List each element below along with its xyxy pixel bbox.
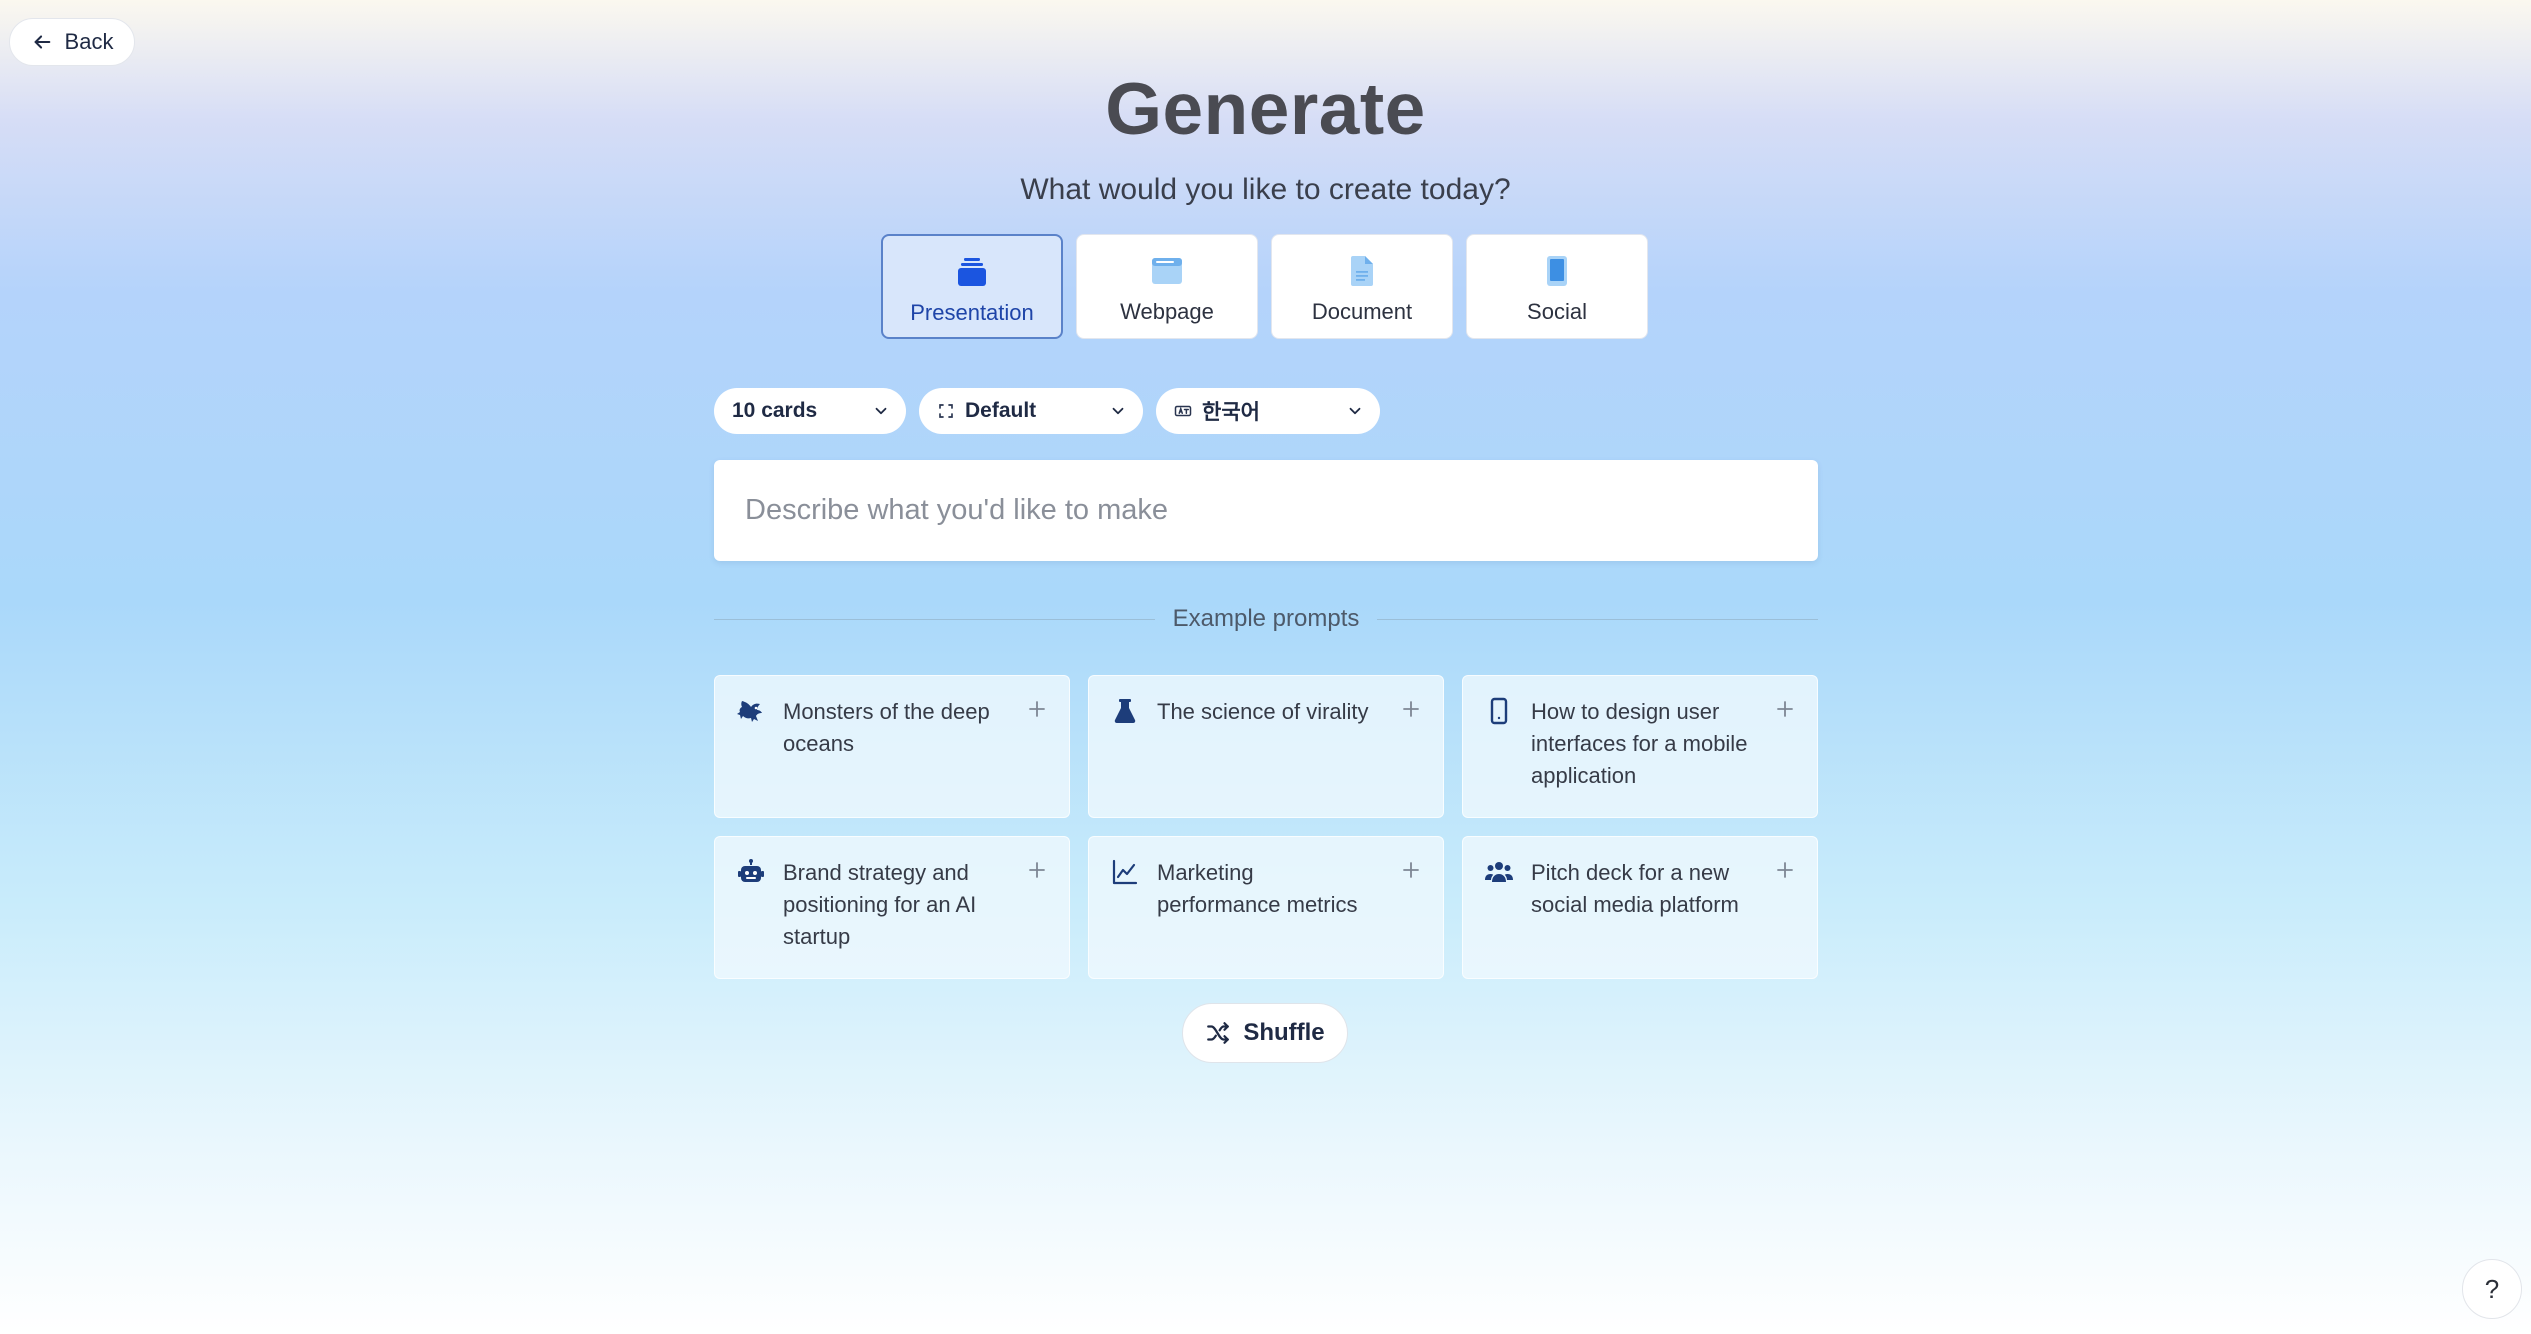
flask-icon bbox=[1114, 699, 1136, 724]
type-label: Social bbox=[1527, 299, 1587, 324]
type-webpage[interactable]: Webpage bbox=[1076, 234, 1258, 339]
type-social[interactable]: Social bbox=[1466, 234, 1648, 339]
chevron-down-icon bbox=[1112, 407, 1124, 415]
chevron-down-icon bbox=[1349, 407, 1361, 415]
format-dropdown[interactable]: Default bbox=[919, 388, 1143, 434]
back-button[interactable]: Back bbox=[9, 18, 135, 66]
chevron-down-icon bbox=[875, 407, 887, 415]
example-prompt-text: Marketing performance metrics bbox=[1157, 860, 1358, 917]
arrow-left-icon bbox=[34, 35, 50, 49]
plus-icon[interactable] bbox=[1027, 860, 1047, 880]
divider-line bbox=[1377, 618, 1818, 620]
mobile-icon bbox=[1490, 697, 1508, 725]
language-value: 한국어 bbox=[1202, 401, 1260, 424]
language-dropdown[interactable]: 한국어 bbox=[1156, 388, 1380, 434]
stacked-cards-icon bbox=[956, 254, 988, 290]
type-presentation[interactable]: Presentation bbox=[881, 234, 1063, 339]
page-subtitle: What would you like to create today? bbox=[1020, 173, 1511, 206]
help-button[interactable]: ? bbox=[2462, 1259, 2522, 1319]
help-icon: ? bbox=[2484, 1273, 2500, 1304]
browser-window-icon bbox=[1151, 253, 1183, 289]
shuffle-icon bbox=[1207, 1022, 1230, 1044]
page-title: Generate bbox=[1105, 69, 1426, 150]
plus-icon[interactable] bbox=[1775, 860, 1795, 880]
card-count-value: 10 cards bbox=[732, 399, 818, 422]
back-label: Back bbox=[64, 29, 114, 54]
format-value: Default bbox=[965, 399, 1037, 422]
example-prompt-text: The science of virality bbox=[1157, 699, 1369, 724]
example-prompt-card[interactable]: Marketing performance metrics bbox=[1088, 836, 1444, 979]
prompt-input[interactable] bbox=[743, 493, 1787, 528]
example-prompt-text: Pitch deck for a new social media platfo… bbox=[1531, 860, 1739, 917]
options-row: 10 cards Default 한국어 bbox=[714, 388, 1380, 434]
shuffle-label: Shuffle bbox=[1243, 1019, 1325, 1046]
type-label: Document bbox=[1311, 299, 1413, 324]
plus-icon[interactable] bbox=[1401, 860, 1421, 880]
example-prompt-card[interactable]: How to design user interfaces for a mobi… bbox=[1462, 675, 1818, 818]
example-prompt-card[interactable]: Brand strategy and positioning for an AI… bbox=[714, 836, 1070, 979]
example-prompts-grid: Monsters of the deep oceans The science … bbox=[714, 675, 1818, 979]
example-prompt-card[interactable]: Pitch deck for a new social media platfo… bbox=[1462, 836, 1818, 979]
robot-icon bbox=[738, 859, 764, 882]
divider-line bbox=[714, 618, 1155, 620]
plus-icon[interactable] bbox=[1027, 699, 1047, 719]
example-prompt-text: Monsters of the deep oceans bbox=[783, 699, 990, 756]
shuffle-button[interactable]: Shuffle bbox=[1182, 1003, 1348, 1063]
card-count-dropdown[interactable]: 10 cards bbox=[714, 388, 906, 434]
example-prompt-card[interactable]: The science of virality bbox=[1088, 675, 1444, 818]
example-prompt-text: Brand strategy and positioning for an AI… bbox=[783, 860, 977, 949]
phone-icon bbox=[1546, 253, 1568, 289]
type-document[interactable]: Document bbox=[1271, 234, 1453, 339]
example-prompts-divider: Example prompts bbox=[714, 603, 1818, 635]
example-prompt-text: How to design user interfaces for a mobi… bbox=[1531, 699, 1748, 788]
document-icon bbox=[1349, 253, 1375, 289]
example-prompt-card[interactable]: Monsters of the deep oceans bbox=[714, 675, 1070, 818]
frame-corners-icon bbox=[939, 404, 953, 418]
plus-icon[interactable] bbox=[1775, 699, 1795, 719]
example-prompts-heading: Example prompts bbox=[1172, 605, 1360, 632]
language-icon bbox=[1174, 405, 1192, 417]
users-icon bbox=[1485, 862, 1513, 882]
sea-monster-icon bbox=[737, 701, 762, 722]
type-label: Webpage bbox=[1120, 299, 1214, 324]
line-chart-icon bbox=[1112, 859, 1138, 885]
prompt-box bbox=[714, 460, 1818, 561]
content-type-selector: Presentation Webpage Document Social bbox=[881, 234, 1648, 339]
plus-icon[interactable] bbox=[1401, 699, 1421, 719]
type-label: Presentation bbox=[910, 300, 1034, 325]
